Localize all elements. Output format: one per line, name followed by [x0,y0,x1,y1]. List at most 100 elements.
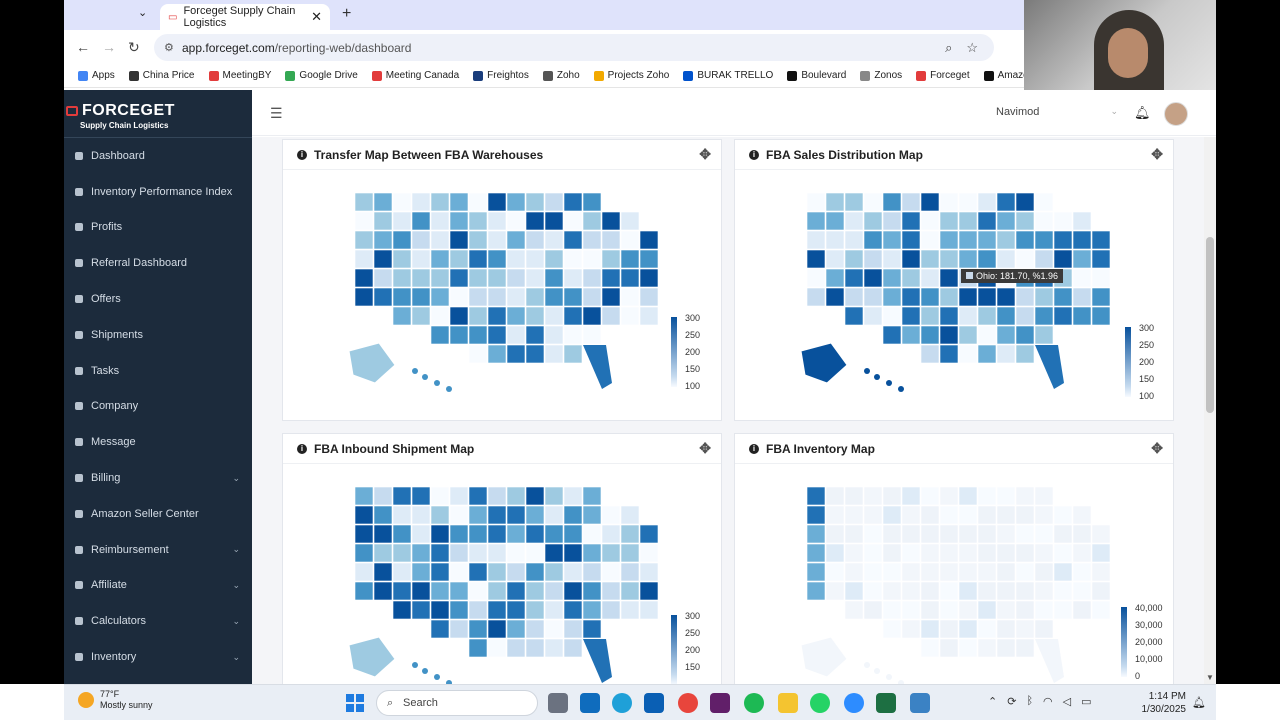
state-region[interactable] [525,505,545,525]
state-region[interactable] [825,581,845,601]
state-region[interactable] [544,619,564,639]
state-region[interactable] [354,268,374,288]
state-region[interactable] [939,600,959,620]
state-region[interactable] [525,600,545,620]
state-region[interactable] [901,619,921,639]
move-arrows-icon[interactable]: ✥ [699,440,711,457]
bookmark-item[interactable]: Apps [78,70,115,81]
state-region[interactable] [1072,287,1092,307]
state-region[interactable] [582,306,602,326]
state-region[interactable] [601,249,621,269]
state-region[interactable] [601,581,621,601]
bookmark-item[interactable]: Forceget [916,70,970,81]
state-region[interactable] [563,192,583,212]
state-region[interactable] [920,486,940,506]
state-region[interactable] [1034,325,1054,345]
state-region[interactable] [449,249,469,269]
sidebar-item-calculators[interactable]: Calculators ⌄ [64,603,252,639]
bookmark-item[interactable]: BURAK TRELLO [683,70,773,81]
state-region[interactable] [487,230,507,250]
state-region[interactable] [1015,192,1035,212]
sidebar-item-profits[interactable]: Profits [64,210,252,246]
state-region[interactable] [863,543,883,563]
state-region[interactable] [582,249,602,269]
state-region[interactable] [354,543,374,563]
state-region[interactable] [506,211,526,231]
state-region[interactable] [920,211,940,231]
state-region[interactable] [825,192,845,212]
state-region[interactable] [373,581,393,601]
state-region[interactable] [582,192,602,212]
state-region[interactable] [1091,600,1111,620]
state-region[interactable] [563,562,583,582]
state-region[interactable] [506,600,526,620]
state-region[interactable] [430,230,450,250]
us-map[interactable]: 300 250 200 150 [283,465,721,684]
tab-search-chevron-icon[interactable]: ⌄ [138,6,147,19]
state-region[interactable] [544,638,564,658]
state-region[interactable] [1072,524,1092,544]
state-region[interactable] [901,249,921,269]
state-region[interactable] [601,211,621,231]
state-region[interactable] [639,524,659,544]
state-region[interactable] [939,230,959,250]
state-region[interactable] [468,306,488,326]
state-region[interactable] [373,562,393,582]
state-region[interactable] [487,486,507,506]
state-region[interactable] [411,600,431,620]
tab-close-icon[interactable]: ✕ [311,9,322,25]
bookmark-item[interactable]: China Price [128,70,195,81]
state-region[interactable] [468,600,488,620]
state-region[interactable] [1053,562,1073,582]
state-region[interactable] [392,211,412,231]
state-region[interactable] [601,268,621,288]
excel-icon[interactable] [876,693,896,713]
state-region[interactable] [958,619,978,639]
state-region[interactable] [506,524,526,544]
state-region[interactable] [863,486,883,506]
state-region[interactable] [620,306,640,326]
sidebar-item-company[interactable]: Company [64,389,252,425]
state-region[interactable] [468,562,488,582]
state-region[interactable] [354,192,374,212]
state-region[interactable] [639,249,659,269]
state-region[interactable] [996,543,1016,563]
state-region[interactable] [544,524,564,544]
state-region[interactable] [882,249,902,269]
state-region[interactable] [411,505,431,525]
state-region[interactable] [563,581,583,601]
state-region-hawaii[interactable] [446,386,452,392]
sidebar-item-inventory[interactable]: Inventory ⌄ [64,639,252,675]
state-region[interactable] [430,543,450,563]
bookmark-item[interactable]: Projects Zoho [593,70,669,81]
state-region[interactable] [354,524,374,544]
state-region[interactable] [583,639,612,683]
state-region[interactable] [487,268,507,288]
state-region[interactable] [863,306,883,326]
state-region[interactable] [449,486,469,506]
state-region[interactable] [863,562,883,582]
state-region[interactable] [354,249,374,269]
state-region[interactable] [411,249,431,269]
sidebar-item-dashboard[interactable]: Dashboard [64,138,252,174]
state-region[interactable] [639,562,659,582]
state-region[interactable] [977,562,997,582]
state-region[interactable] [430,486,450,506]
state-region[interactable] [1015,505,1035,525]
state-region[interactable] [977,486,997,506]
windows-start-icon[interactable] [346,694,364,712]
state-region[interactable] [392,505,412,525]
state-region[interactable] [411,581,431,601]
state-region[interactable] [506,192,526,212]
state-region[interactable] [996,581,1016,601]
state-region[interactable] [582,619,602,639]
state-region[interactable] [411,211,431,231]
state-region[interactable] [806,192,826,212]
state-region[interactable] [1072,562,1092,582]
wifi-icon[interactable]: ◠ [1043,695,1053,708]
state-region[interactable] [920,543,940,563]
state-region[interactable] [996,192,1016,212]
volume-icon[interactable]: ◁ [1063,695,1071,708]
state-region[interactable] [449,230,469,250]
state-region[interactable] [563,211,583,231]
